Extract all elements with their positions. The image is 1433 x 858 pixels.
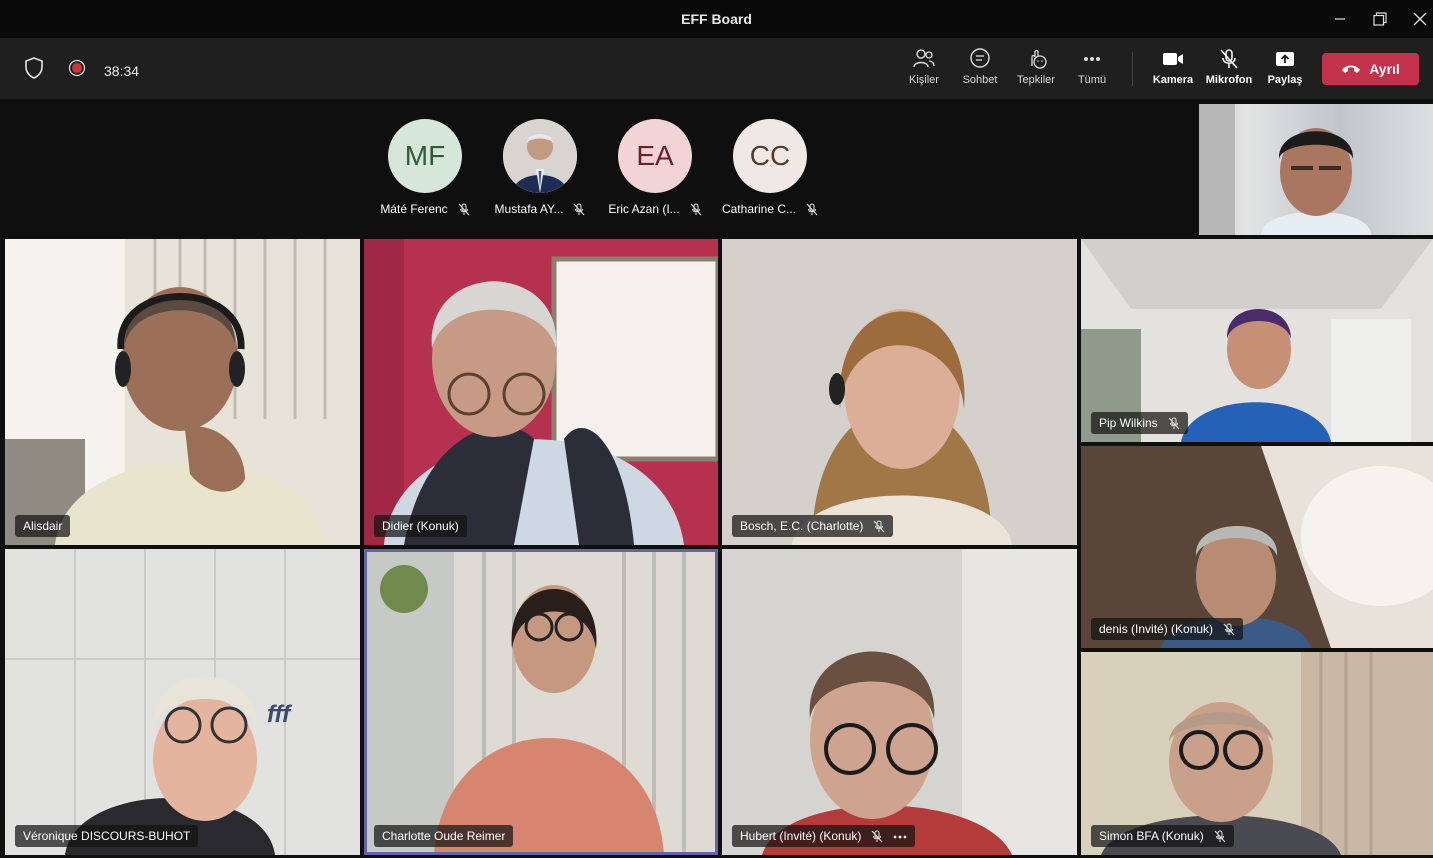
mic-off-icon bbox=[690, 202, 702, 215]
participant-name: Hubert (Invité) (Konuk) bbox=[740, 829, 862, 843]
participant-name: Bosch, E.C. (Charlotte) bbox=[740, 519, 864, 533]
participant-name: Mustafa AY... bbox=[494, 202, 564, 216]
participant-avatar[interactable]: EA Eric Azan (I... bbox=[600, 119, 710, 216]
share-label: Paylaş bbox=[1267, 74, 1303, 86]
participant-nametag: Charlotte Oude Reimer bbox=[374, 825, 514, 847]
mic-off-icon bbox=[871, 829, 883, 842]
video-tile[interactable]: Bosch, E.C. (Charlotte) bbox=[722, 239, 1077, 545]
more-button[interactable]: Tümü bbox=[1064, 48, 1120, 86]
video-tile[interactable]: Pip Wilkins bbox=[1081, 239, 1433, 442]
share-icon bbox=[1276, 52, 1294, 66]
share-button[interactable]: Paylaş bbox=[1257, 48, 1313, 86]
reactions-icon bbox=[1031, 49, 1047, 69]
title-bar: EFF Board bbox=[0, 0, 1433, 38]
brand-logo: fff bbox=[267, 701, 291, 728]
avatar: MF bbox=[388, 119, 462, 193]
self-view-video[interactable] bbox=[1199, 104, 1433, 235]
participant-name: Alisdair bbox=[23, 519, 63, 533]
video-tile[interactable]: fff Véronique DISCOURS-BUHOT bbox=[5, 549, 360, 855]
more-label: Tümü bbox=[1077, 74, 1107, 86]
participant-name: Charlotte Oude Reimer bbox=[382, 829, 506, 843]
video-tile[interactable]: Hubert (Invité) (Konuk) bbox=[722, 549, 1077, 855]
mic-off-icon bbox=[873, 519, 885, 532]
microphone-button[interactable]: Mikrofon bbox=[1201, 48, 1257, 86]
participant-name: Catharine C... bbox=[721, 202, 797, 216]
participant-avatar[interactable]: CC Catharine C... bbox=[715, 119, 825, 216]
participant-nametag: Pip Wilkins bbox=[1091, 412, 1188, 434]
more-options-icon[interactable] bbox=[893, 830, 907, 843]
people-button[interactable]: Kişiler bbox=[896, 48, 952, 86]
video-tile[interactable]: Charlotte Oude Reimer bbox=[364, 549, 718, 855]
microphone-label: Mikrofon bbox=[1205, 74, 1253, 86]
restore-icon bbox=[1373, 12, 1387, 26]
meeting-timer: 38:34 bbox=[104, 62, 140, 79]
participant-video bbox=[364, 549, 718, 855]
toolbar-divider bbox=[1132, 52, 1133, 86]
participant-avatar[interactable]: Mustafa AY... bbox=[485, 119, 595, 216]
person-photo-icon bbox=[503, 119, 577, 193]
avatar: CC bbox=[733, 119, 807, 193]
participant-avatar[interactable]: MF Máté Ferenc bbox=[370, 119, 480, 216]
recording-icon bbox=[68, 59, 86, 82]
maximize-button[interactable] bbox=[1362, 4, 1398, 34]
video-tile[interactable]: Didier (Konuk) bbox=[364, 239, 718, 545]
participant-nametag: Alisdair bbox=[15, 515, 71, 537]
participant-name: Eric Azan (I... bbox=[608, 202, 680, 216]
participant-nametag: Bosch, E.C. (Charlotte) bbox=[732, 515, 894, 537]
participant-name: Máté Ferenc bbox=[380, 202, 448, 216]
mic-off-icon bbox=[1168, 416, 1180, 429]
people-icon bbox=[913, 49, 935, 68]
participant-video bbox=[5, 549, 360, 855]
participant-nametag: denis (Invité) (Konuk) bbox=[1091, 618, 1244, 640]
participant-video bbox=[364, 239, 718, 545]
mic-off-icon bbox=[1214, 829, 1226, 842]
video-tile[interactable]: Alisdair bbox=[5, 239, 360, 545]
chat-button[interactable]: Sohbet bbox=[952, 48, 1008, 86]
participant-video bbox=[722, 549, 1077, 855]
mic-off-icon bbox=[1223, 622, 1235, 635]
minimize-icon bbox=[1335, 18, 1345, 20]
avatar-photo bbox=[503, 119, 577, 193]
more-icon bbox=[1084, 57, 1100, 61]
camera-icon bbox=[1163, 53, 1183, 65]
close-icon bbox=[1413, 12, 1427, 26]
participant-name: denis (Invité) (Konuk) bbox=[1099, 622, 1214, 636]
reactions-label: Tepkiler bbox=[1017, 74, 1055, 86]
leave-button[interactable]: Ayrıl bbox=[1322, 53, 1419, 85]
participant-video bbox=[5, 239, 360, 545]
reactions-button[interactable]: Tepkiler bbox=[1008, 48, 1064, 86]
participant-nametag: Hubert (Invité) (Konuk) bbox=[732, 825, 916, 847]
avatar: EA bbox=[618, 119, 692, 193]
mic-off-icon bbox=[1220, 49, 1238, 69]
participant-nametag: Véronique DISCOURS-BUHOT bbox=[15, 825, 199, 847]
meeting-toolbar: 38:34 Kişiler Sohbet Tepkiler Tümü Kamer… bbox=[0, 38, 1433, 100]
chat-label: Sohbet bbox=[962, 74, 998, 86]
participant-name: Simon BFA (Konuk) bbox=[1099, 829, 1204, 843]
video-tile[interactable]: Simon BFA (Konuk) bbox=[1081, 652, 1433, 855]
mic-off-icon bbox=[458, 202, 470, 215]
close-button[interactable] bbox=[1402, 4, 1433, 34]
participant-video bbox=[722, 239, 1077, 545]
mic-off-icon bbox=[806, 202, 818, 215]
chat-icon bbox=[970, 48, 990, 68]
self-video-frame bbox=[1199, 104, 1371, 235]
participant-nametag: Simon BFA (Konuk) bbox=[1091, 825, 1234, 847]
participant-name: Didier (Konuk) bbox=[382, 519, 459, 533]
minimize-button[interactable] bbox=[1322, 4, 1358, 34]
hang-up-icon bbox=[1342, 65, 1361, 73]
camera-button[interactable]: Kamera bbox=[1145, 48, 1201, 86]
mic-off-icon bbox=[574, 202, 585, 215]
participant-name: Véronique DISCOURS-BUHOT bbox=[23, 829, 191, 843]
people-label: Kişiler bbox=[909, 74, 939, 86]
shield-icon[interactable] bbox=[24, 57, 44, 84]
camera-label: Kamera bbox=[1152, 74, 1194, 86]
video-tile[interactable]: denis (Invité) (Konuk) bbox=[1081, 446, 1433, 648]
meeting-info: 38:34 bbox=[24, 57, 139, 84]
leave-label: Ayrıl bbox=[1369, 61, 1400, 77]
participant-name: Pip Wilkins bbox=[1099, 416, 1158, 430]
participant-nametag: Didier (Konuk) bbox=[374, 515, 467, 537]
window-title: EFF Board bbox=[681, 11, 752, 27]
